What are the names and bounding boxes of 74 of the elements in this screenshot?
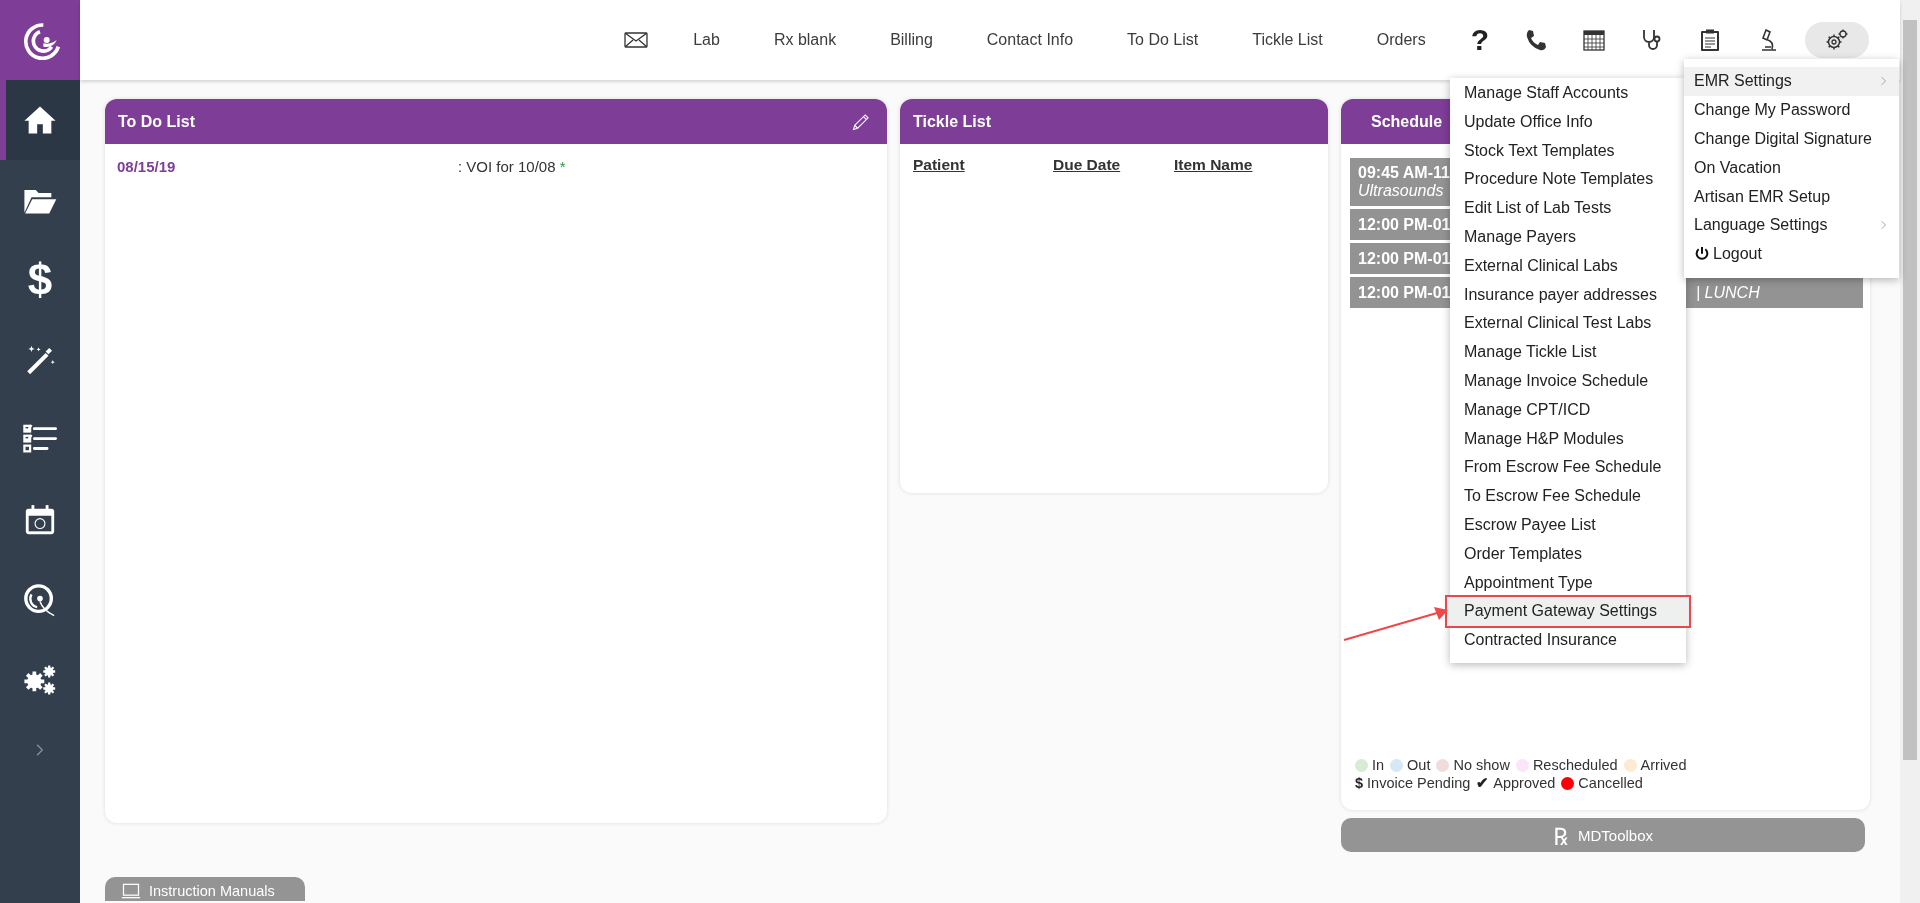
calendar-icon[interactable] (1582, 28, 1606, 52)
nav-link[interactable]: Tickle List (1225, 31, 1350, 49)
panel-title: Tickle List (913, 112, 991, 131)
todo-date[interactable]: 08/15/19 (117, 158, 176, 175)
menu-item[interactable]: Manage Invoice Schedule (1450, 366, 1686, 396)
laptop-icon (121, 881, 141, 901)
dollar-icon: $ (27, 258, 53, 302)
power-icon (1694, 246, 1710, 263)
column-header[interactable]: Due Date (1053, 156, 1174, 174)
menu-item[interactable]: Update Office Info (1450, 107, 1686, 137)
calendar-icon (23, 503, 57, 537)
panel-title: Schedule (1371, 112, 1443, 131)
pencil-icon[interactable] (851, 111, 871, 132)
menu-item[interactable]: Change Digital Signature (1684, 124, 1899, 154)
menu-item[interactable]: Procedure Note Templates (1450, 165, 1686, 195)
appointment-time: 12:00 PM-01 (1358, 249, 1451, 268)
menu-item[interactable]: Insurance payer addresses (1450, 280, 1686, 310)
menu-item[interactable]: Change My Password (1684, 95, 1899, 125)
sidebar-item[interactable]: $ (0, 240, 80, 320)
clipboard-icon[interactable] (1698, 28, 1722, 52)
menu-item[interactable]: Language Settings (1684, 211, 1899, 240)
menu-item[interactable]: On Vacation (1684, 153, 1899, 183)
menu-item[interactable]: Manage CPT/ICD (1450, 395, 1686, 425)
help-icon[interactable]: ? (1452, 23, 1507, 57)
nav-link[interactable]: Orders (1349, 31, 1453, 49)
legend-label: Arrived (1640, 756, 1687, 774)
legend-label: No show (1453, 756, 1510, 774)
scrollbar-thumb[interactable] (1903, 20, 1917, 760)
menu-item[interactable]: Manage H&P Modules (1450, 424, 1686, 454)
nav-link[interactable]: Contact Info (959, 31, 1101, 49)
menu-item[interactable]: Stock Text Templates (1450, 136, 1686, 166)
menu-item[interactable]: EMR Settings (1684, 67, 1899, 96)
menu-item[interactable]: Order Templates (1450, 539, 1686, 569)
appointment-time: 09:45 AM-11 (1358, 164, 1450, 182)
appointment-time: 12:00 PM-01 (1358, 215, 1451, 234)
menu-item[interactable]: Logout (1684, 239, 1899, 269)
column-header[interactable]: Patient (913, 156, 1053, 174)
menu-item[interactable]: Escrow Payee List (1450, 510, 1686, 540)
settings-icon (1825, 28, 1849, 52)
nav-link[interactable]: Billing (863, 31, 960, 49)
menu-item[interactable]: To Escrow Fee Schedule (1450, 482, 1686, 511)
settings-button[interactable] (1805, 22, 1869, 58)
menu-item[interactable]: External Clinical Test Labs (1450, 309, 1686, 339)
legend-label: Rescheduled (1532, 756, 1618, 774)
legend-label: In (1372, 756, 1385, 774)
appointment-type: | LUNCH (1696, 283, 1760, 302)
menu-item[interactable]: Manage Staff Accounts (1450, 79, 1686, 108)
ring-icon (23, 583, 57, 617)
menu-item[interactable]: Edit List of Lab Tests (1450, 194, 1686, 223)
check-icon: ✔ (1476, 774, 1490, 792)
menu-item[interactable]: Payment Gateway Settings (1447, 597, 1689, 627)
nav-link[interactable]: Rx blank (746, 31, 864, 49)
todo-text[interactable]: : VOI for 10/08 * (458, 158, 566, 175)
menu-item[interactable]: Artisan EMR Setup (1684, 182, 1899, 211)
scrollbar[interactable] (1900, 0, 1920, 903)
legend-label: Approved (1493, 774, 1556, 792)
dollar-icon: $ (1355, 774, 1364, 792)
legend-label: Invoice Pending (1367, 774, 1471, 792)
legend-label: Cancelled (1578, 774, 1643, 792)
appointment-type: Ultrasounds (1358, 182, 1444, 200)
menu-item[interactable]: Manage Tickle List (1450, 338, 1686, 367)
column-header[interactable]: Item Name (1174, 156, 1253, 174)
nav-link[interactable]: Lab (666, 31, 747, 49)
appointment-time: 12:00 PM-01 (1358, 283, 1451, 302)
sidebar-item[interactable] (0, 80, 80, 160)
gears-icon (23, 663, 57, 697)
phone-icon[interactable] (1524, 28, 1548, 52)
nav-link[interactable]: To Do List (1100, 31, 1226, 49)
menu-item[interactable]: Contracted Insurance (1450, 626, 1686, 655)
panel-title: To Do List (118, 112, 196, 131)
menu-item[interactable]: From Escrow Fee Schedule (1450, 453, 1686, 483)
menu-item[interactable]: Appointment Type (1450, 568, 1686, 598)
legend-label: Out (1407, 756, 1431, 774)
menu-item[interactable]: Manage Payers (1450, 223, 1686, 252)
